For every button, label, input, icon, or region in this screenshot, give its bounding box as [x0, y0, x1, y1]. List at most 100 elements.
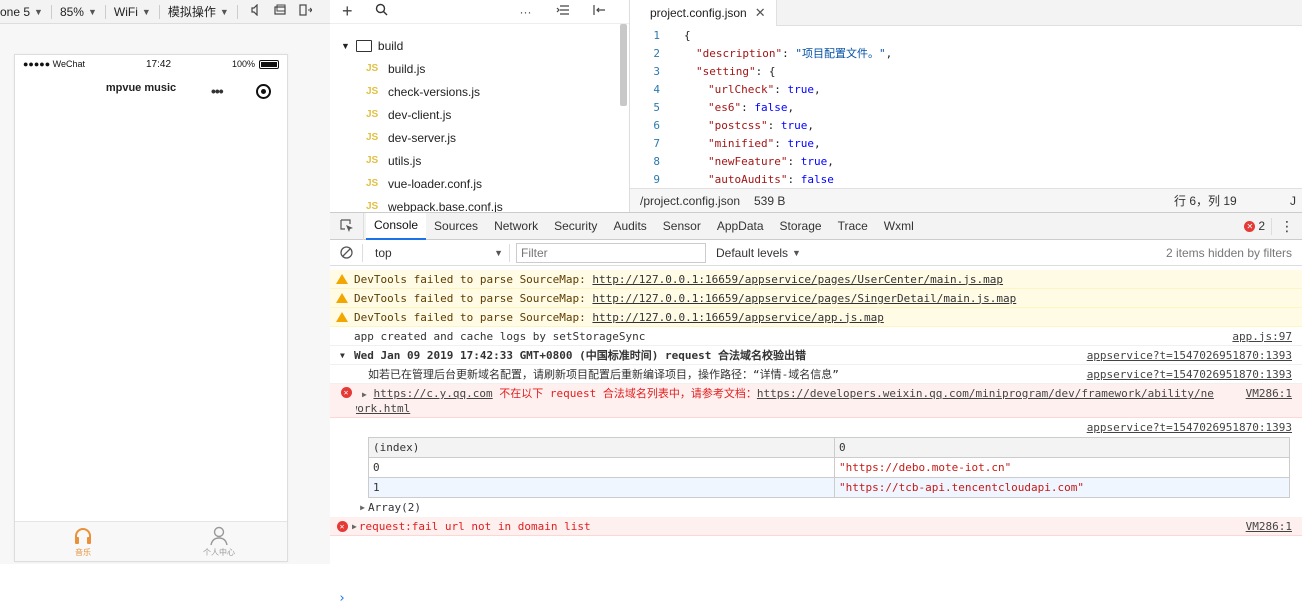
expand-arrow-icon[interactable]: ▶ [352, 522, 357, 531]
error-url-link[interactable]: https://c.y.qq.com [373, 387, 492, 400]
zoom-select[interactable]: 85% ▼ [52, 0, 105, 24]
levels-select[interactable]: Default levels ▼ [716, 246, 801, 260]
code-line: 6 "postcss": true, [630, 116, 1302, 134]
tab-audits[interactable]: Audits [605, 213, 654, 240]
file-item[interactable]: JS build.js [330, 57, 629, 80]
source-link[interactable]: appservice?t=1547026951870:1393 [1087, 349, 1302, 362]
tab-network[interactable]: Network [486, 213, 546, 240]
json-value: "项目配置文件。" [795, 47, 886, 60]
tab-console[interactable]: Console [366, 212, 427, 240]
scrollbar[interactable] [620, 24, 627, 106]
carrier-label: ●●●●● WeChat [23, 59, 86, 69]
file-item[interactable]: JS webpack.base.conf.js [330, 195, 629, 213]
volume-icon[interactable] [244, 3, 268, 19]
chevron-down-icon: ▼ [34, 6, 43, 17]
tab-wxml[interactable]: Wxml [876, 213, 922, 240]
table-column-header[interactable]: 0 [834, 437, 1290, 458]
punctuation: , [827, 154, 834, 168]
kebab-menu-icon[interactable]: ⋮ [1271, 217, 1302, 235]
console-array[interactable]: ▶ Array(2) [330, 498, 1302, 517]
warning-prefix: DevTools failed to parse SourceMap: [354, 291, 593, 305]
expand-arrow-icon[interactable]: ▼ [330, 351, 354, 360]
error-text: 不在以下 request 合法域名列表中，请参考文档： [492, 387, 757, 400]
expand-arrow-icon[interactable]: ▶ [362, 390, 367, 399]
close-icon[interactable]: ✕ [755, 5, 766, 21]
menu-capsule[interactable]: ••• [211, 80, 271, 102]
more-icon[interactable]: ··· [514, 5, 538, 19]
network-label: WiFi [113, 4, 138, 19]
punctuation: , [885, 47, 893, 60]
source-link[interactable]: appservice?t=1547026951870:1393 [1087, 421, 1302, 434]
source-link[interactable]: app.js:97 [1232, 330, 1302, 343]
doc-link[interactable]: https://developers.weixin.qq.com/minipro… [757, 387, 1214, 400]
error-icon: ✕ [336, 520, 348, 532]
sourcemap-link[interactable]: http://127.0.0.1:16659/appservice/pages/… [592, 292, 1016, 305]
simulate-select[interactable]: 模拟操作 ▼ [160, 0, 237, 24]
error-counter[interactable]: ✕ 2 [1244, 219, 1271, 233]
console-filter-input[interactable] [516, 242, 706, 263]
warning-prefix: DevTools failed to parse SourceMap: [354, 310, 593, 324]
file-item[interactable]: JS utils.js [330, 149, 629, 172]
inspect-icon[interactable] [330, 212, 364, 240]
sourcemap-link[interactable]: http://127.0.0.1:16659/appservice/pages/… [592, 273, 1003, 286]
json-key: "postcss" [708, 118, 768, 132]
code-line: 2 "description": "项目配置文件。", [630, 44, 1302, 62]
folder-build[interactable]: ▼ build [330, 34, 629, 57]
tab-security[interactable]: Security [546, 213, 605, 240]
line-number: 6 [653, 118, 660, 132]
js-file-icon: JS [366, 63, 379, 74]
line-number: 9 [653, 172, 660, 186]
source-link[interactable]: appservice?t=1547026951870:1393 [1087, 368, 1302, 381]
sourcemap-link[interactable]: http://127.0.0.1:16659/appservice/app.js… [592, 311, 883, 324]
code-line: 8 "newFeature": true, [630, 152, 1302, 170]
console-prompt[interactable]: › [330, 588, 1302, 608]
js-file-icon: JS [366, 201, 379, 212]
colon: : [767, 118, 781, 132]
tab-sensor[interactable]: Sensor [655, 213, 709, 240]
line-number: 8 [653, 154, 660, 168]
more-dots-icon[interactable]: ••• [211, 83, 224, 99]
tab-music[interactable]: 音乐 [15, 522, 151, 561]
toggle-panel-icon[interactable] [586, 3, 612, 20]
tab-appdata[interactable]: AppData [709, 213, 772, 240]
console-group[interactable]: ▼ Wed Jan 09 2019 17:42:33 GMT+0800 (中国标… [330, 346, 1302, 365]
file-item[interactable]: JS dev-client.js [330, 103, 629, 126]
json-key: "setting" [696, 64, 756, 78]
device-select[interactable]: one 5 ▼ [0, 0, 51, 24]
file-item[interactable]: JS check-versions.js [330, 80, 629, 103]
tab-sources[interactable]: Sources [426, 213, 486, 240]
source-link[interactable]: VM286:1 [1246, 387, 1302, 400]
source-link[interactable]: VM286:1 [1246, 520, 1302, 533]
table-cell: "https://debo.mote-iot.cn" [834, 457, 1290, 478]
tab-trace[interactable]: Trace [830, 213, 876, 240]
close-target-icon[interactable] [256, 83, 271, 99]
search-icon[interactable] [369, 3, 394, 20]
file-item[interactable]: JS vue-loader.conf.js [330, 172, 629, 195]
battery-label: 100% [231, 59, 255, 69]
context-select[interactable]: top ▼ [362, 243, 510, 262]
info-message: 如若已在管理后台更新域名配置，请刷新项目配置后重新编译项目，操作路径：“详情-域… [368, 368, 839, 381]
punctuation: , [787, 100, 795, 114]
rotate-icon[interactable] [268, 4, 293, 19]
console-error: ✕ ▶ https://c.y.qq.com 不在以下 request 合法域名… [330, 384, 1302, 418]
expand-arrow-icon[interactable]: ▶ [330, 503, 368, 512]
table-cell: "https://tcb-api.tencentcloudapi.com" [834, 477, 1290, 498]
line-number: 3 [653, 64, 660, 78]
tab-project-config[interactable]: project.config.json ✕ [630, 0, 777, 26]
split-view-icon[interactable] [293, 4, 318, 19]
line-number: 1 [653, 28, 660, 42]
code-area[interactable]: 1{2 "description": "项目配置文件。", 3 "setting": … [630, 26, 1302, 186]
network-select[interactable]: WiFi ▼ [106, 0, 159, 24]
add-icon[interactable]: + [330, 1, 359, 22]
tab-storage[interactable]: Storage [772, 213, 830, 240]
collapse-icon[interactable] [550, 3, 576, 20]
devtools-tabs: Console Sources Network Security Audits Senso… [330, 212, 1302, 240]
code-text: "autoAudits": false [664, 173, 834, 186]
cursor-position: 行 6，列 19 [1174, 194, 1237, 208]
clear-console-icon[interactable] [330, 246, 362, 259]
file-item[interactable]: JS dev-server.js [330, 126, 629, 149]
doc-link-tail[interactable]: twork.html [356, 402, 410, 415]
json-key: "urlCheck" [708, 82, 775, 96]
table-column-header[interactable]: (index) [368, 437, 835, 458]
tab-user-center[interactable]: 个人中心 [151, 522, 287, 561]
